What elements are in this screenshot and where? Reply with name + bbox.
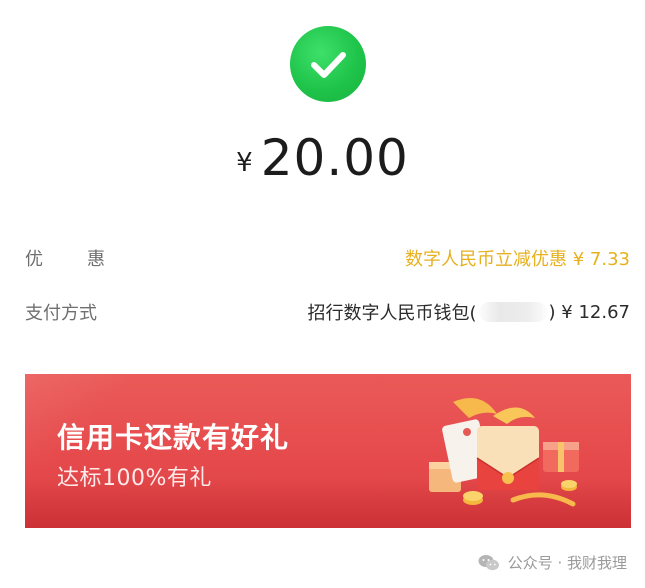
gift-envelope-icon [429, 398, 579, 507]
success-check-icon [290, 26, 366, 102]
watermark-text: 公众号 · 我财我理 [507, 554, 627, 572]
discount-value: 数字人民币立减优惠 ¥ 7.33 [405, 249, 630, 270]
banner-title: 信用卡还款有好礼 [57, 421, 290, 454]
wallet-name: 招行数字人民币钱包( [307, 303, 477, 324]
amount-value: 20.00 [260, 129, 409, 187]
payment-method-value: 招行数字人民币钱包( ) ¥ 12.67 [308, 299, 630, 325]
redacted-wallet-number [478, 302, 547, 322]
payment-amount: ¥ 20.00 [0, 128, 645, 188]
payment-result-page: ¥ 20.00 优惠 数字人民币立减优惠 ¥ 7.33 支付方式 招行数字人民币… [0, 0, 645, 588]
discount-label: 优惠 [25, 249, 149, 270]
currency-symbol: ¥ [236, 148, 253, 178]
payment-method-label: 支付方式 [25, 303, 97, 324]
discount-row: 优惠 数字人民币立减优惠 ¥ 7.33 [25, 243, 630, 273]
wallet-amount: ) ¥ 12.67 [548, 301, 630, 323]
banner-subtitle: 达标100%有礼 [57, 466, 212, 491]
watermark: 公众号 · 我财我理 [478, 552, 627, 573]
wechat-icon [478, 554, 499, 570]
payment-method-row: 支付方式 招行数字人民币钱包( ) ¥ 12.67 [25, 297, 630, 327]
credit-card-promo-banner[interactable]: 信用卡还款有好礼 达标100%有礼 [25, 374, 631, 528]
